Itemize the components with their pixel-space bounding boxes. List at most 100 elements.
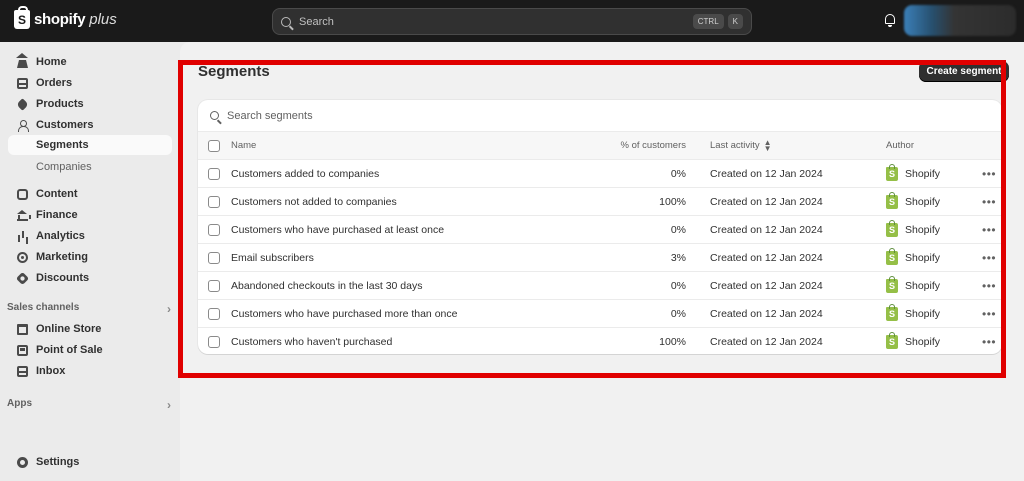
bank-icon [17, 209, 31, 221]
column-header-author[interactable]: Author [886, 132, 914, 159]
pos-icon [17, 344, 28, 356]
row-checkbox[interactable] [208, 336, 220, 348]
sidebar-item-settings[interactable]: Settings [8, 452, 172, 472]
account-menu[interactable] [904, 5, 1016, 36]
segment-name[interactable]: Customers who have purchased more than o… [231, 300, 457, 327]
table-row[interactable]: Customers who have purchased at least on… [198, 216, 1002, 244]
content-icon [17, 188, 28, 200]
sidebar-item-label: Home [36, 56, 67, 68]
column-header-name[interactable]: Name [231, 132, 256, 159]
row-checkbox[interactable] [208, 224, 220, 236]
sidebar-item-label: Orders [36, 77, 73, 89]
sidebar: Home Orders Products Customers Segments … [0, 42, 180, 481]
shopify-plus-logo[interactable]: shopifyplus [14, 6, 117, 29]
segment-last-activity: Created on 12 Jan 2024 [710, 335, 823, 348]
segments-search-input[interactable]: Search segments [198, 100, 1002, 132]
sidebar-item-point-of-sale[interactable]: Point of Sale [8, 340, 172, 360]
sidebar-item-inbox[interactable]: Inbox [8, 361, 172, 381]
chevron-right-icon: › [167, 302, 171, 316]
table-header: Name % of customers Last activity ▲ ▼ Aut… [198, 132, 1002, 160]
column-header-activity[interactable]: Last activity ▲ ▼ [710, 132, 772, 159]
orders-icon [17, 77, 28, 89]
sort-icon[interactable]: ▲ ▼ [764, 138, 772, 152]
segment-name[interactable]: Customers added to companies [231, 160, 379, 187]
global-search-input[interactable]: Search CTRL K [272, 8, 752, 35]
segment-pct: 100% [659, 195, 686, 208]
segment-name[interactable]: Email subscribers [231, 244, 314, 271]
more-actions-icon[interactable]: ••• [982, 160, 996, 187]
segment-last-activity: Created on 12 Jan 2024 [710, 279, 823, 292]
home-icon [16, 52, 28, 68]
sidebar-item-home[interactable]: Home [8, 52, 172, 72]
segment-author: Shopify [886, 328, 940, 354]
sidebar-item-analytics[interactable]: Analytics [8, 226, 172, 246]
table-row[interactable]: Customers who have purchased more than o… [198, 300, 1002, 328]
row-checkbox[interactable] [208, 308, 220, 320]
create-segment-button[interactable]: Create segment [919, 61, 1009, 82]
segment-pct: 100% [659, 335, 686, 348]
segments-table-card: Search segments Name % of customers Last… [198, 100, 1002, 354]
author-name: Shopify [905, 279, 941, 292]
row-checkbox[interactable] [208, 168, 220, 180]
segment-name[interactable]: Customers who haven't purchased [231, 328, 392, 354]
sidebar-item-content[interactable]: Content [8, 184, 172, 204]
bar-chart-icon [17, 231, 28, 242]
row-checkbox[interactable] [208, 280, 220, 292]
sales-channels-header[interactable]: Sales channels › [7, 302, 171, 316]
table-row[interactable]: Customers who haven't purchased 100% Creat… [198, 328, 1002, 354]
more-actions-icon[interactable]: ••• [982, 244, 996, 271]
sidebar-item-marketing[interactable]: Marketing [8, 247, 172, 267]
segment-name[interactable]: Customers not added to companies [231, 188, 397, 215]
sidebar-item-discounts[interactable]: Discounts [8, 268, 172, 288]
sidebar-item-segments[interactable]: Segments [8, 135, 172, 155]
sidebar-item-orders[interactable]: Orders [8, 73, 172, 93]
column-header-pct[interactable]: % of customers [558, 132, 686, 159]
shopify-bag-icon [886, 303, 898, 321]
target-icon [17, 251, 28, 263]
segment-author: Shopify [886, 216, 940, 243]
more-actions-icon[interactable]: ••• [982, 272, 996, 299]
table-row[interactable]: Customers added to companies 0% Created on… [198, 160, 1002, 188]
segment-name[interactable]: Customers who have purchased at least on… [231, 216, 444, 243]
sidebar-item-label: Analytics [36, 230, 85, 242]
segment-pct: 0% [670, 279, 686, 292]
sidebar-item-label: Segments [36, 139, 89, 151]
row-checkbox[interactable] [208, 196, 220, 208]
sidebar-item-label: Discounts [36, 272, 90, 284]
sidebar-item-products[interactable]: Products [8, 94, 172, 114]
shopify-bag-icon [886, 275, 898, 293]
segment-author: Shopify [886, 300, 940, 327]
more-actions-icon[interactable]: ••• [982, 300, 996, 327]
sidebar-item-companies[interactable]: Companies [36, 161, 92, 173]
store-icon [17, 323, 28, 335]
sidebar-item-label: Settings [36, 456, 80, 468]
sidebar-item-label: Point of Sale [36, 344, 103, 356]
segment-pct: 0% [670, 307, 686, 320]
sidebar-item-label: Content [36, 188, 78, 200]
more-actions-icon[interactable]: ••• [982, 188, 996, 215]
tag-icon [16, 97, 29, 111]
sidebar-item-finance[interactable]: Finance [8, 205, 172, 225]
segment-author: Shopify [886, 160, 940, 187]
segment-last-activity: Created on 12 Jan 2024 [710, 223, 823, 236]
top-bar: shopifyplus Search CTRL K [0, 0, 1024, 42]
bell-icon[interactable] [884, 14, 896, 27]
row-checkbox[interactable] [208, 252, 220, 264]
select-all-checkbox[interactable] [208, 140, 220, 152]
author-name: Shopify [905, 335, 941, 348]
search-placeholder: Search [299, 15, 334, 28]
chevron-right-icon: › [167, 398, 171, 412]
table-row[interactable]: Abandoned checkouts in the last 30 days 0… [198, 272, 1002, 300]
shortcut-k: K [727, 14, 743, 29]
table-row[interactable]: Customers not added to companies 100% Crea… [198, 188, 1002, 216]
more-actions-icon[interactable]: ••• [982, 216, 996, 243]
apps-header[interactable]: Apps › [7, 398, 171, 412]
segment-name[interactable]: Abandoned checkouts in the last 30 days [231, 272, 422, 299]
more-actions-icon[interactable]: ••• [982, 328, 996, 354]
sidebar-item-label: Customers [36, 119, 94, 131]
sidebar-item-customers[interactable]: Customers [8, 115, 172, 135]
author-name: Shopify [905, 223, 941, 236]
table-row[interactable]: Email subscribers 3% Created on 12 Jan 202… [198, 244, 1002, 272]
search-icon [281, 16, 291, 27]
sidebar-item-online-store[interactable]: Online Store [8, 319, 172, 339]
